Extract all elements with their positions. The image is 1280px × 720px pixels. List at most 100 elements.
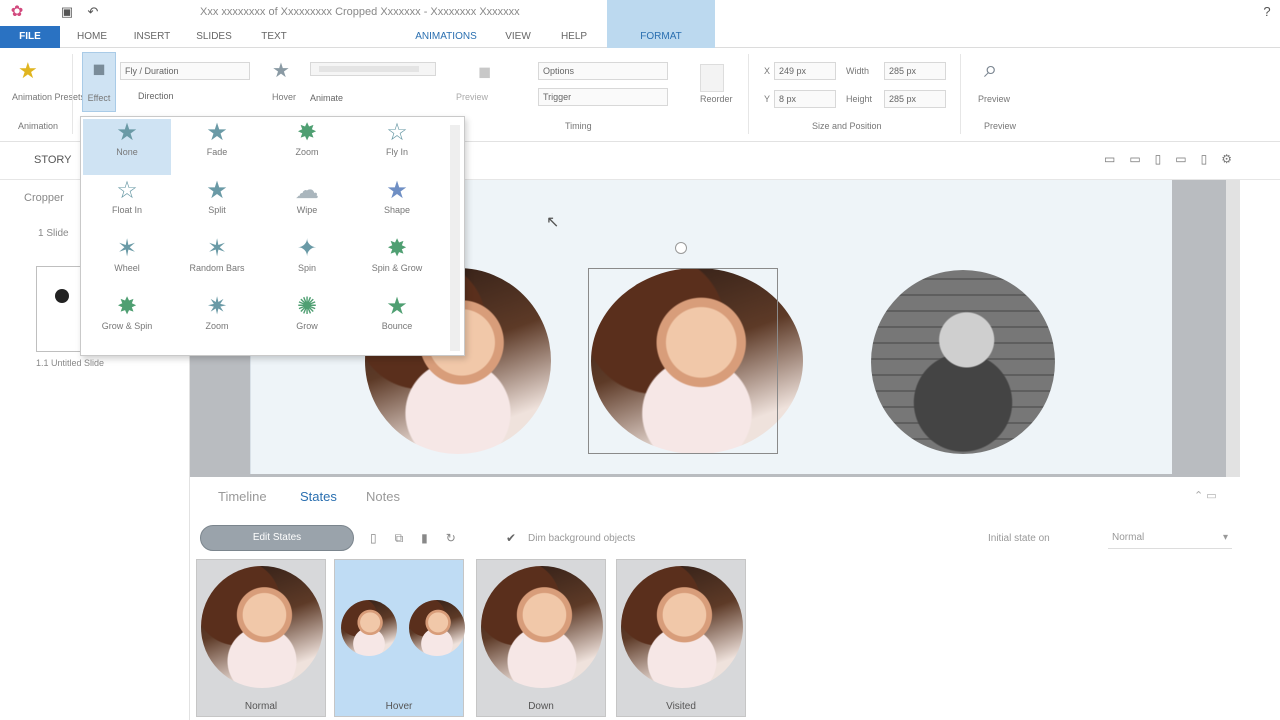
options-box[interactable]: Options: [538, 62, 668, 80]
gallery-item[interactable]: ✦ Spin: [263, 235, 351, 291]
undo-icon[interactable]: ↶: [84, 3, 102, 21]
group-timing-label: Timing: [565, 121, 592, 131]
gallery-star-icon: ✸: [116, 293, 138, 320]
vertical-scrollbar[interactable]: [1226, 180, 1240, 477]
scene-label[interactable]: 1 Slide: [38, 228, 69, 239]
tab-view[interactable]: VIEW: [496, 26, 540, 48]
edit-states-button[interactable]: Edit States: [200, 525, 354, 551]
hover-button[interactable]: Hover: [272, 92, 296, 102]
tab-animations[interactable]: ANIMATIONS: [410, 26, 482, 48]
width-input[interactable]: 285 px: [884, 62, 946, 80]
app-logo-icon[interactable]: ✿: [8, 3, 26, 21]
gallery-item[interactable]: ✸ Spin & Grow: [353, 235, 441, 291]
separator: [72, 54, 73, 134]
tab-text[interactable]: TEXT: [250, 26, 298, 48]
slide-thumbnail[interactable]: [36, 266, 84, 352]
animate-box[interactable]: Animate: [306, 90, 406, 108]
animation-gallery[interactable]: ★ None ★ Fade ✸ Zoom ☆ Fly In ☆ Float In ★ Spl…: [80, 116, 465, 356]
view-toggle-icons[interactable]: ▭▭▯▭▯⚙: [1104, 152, 1246, 166]
tab-states[interactable]: States: [300, 489, 337, 504]
tab-slides[interactable]: SLIDES: [188, 26, 240, 48]
gallery-star-icon: ★: [386, 293, 408, 320]
tab-help[interactable]: HELP: [552, 26, 596, 48]
gallery-item[interactable]: ★ Split: [173, 177, 261, 233]
gallery-item[interactable]: ★ Shape: [353, 177, 441, 233]
gallery-item[interactable]: ✸ Grow & Spin: [83, 293, 171, 349]
gallery-star-icon: ☆: [116, 177, 138, 204]
preview-label: Preview: [456, 92, 489, 102]
preview-button[interactable]: Preview: [978, 94, 1010, 104]
gallery-star-icon: ✷: [206, 293, 228, 320]
height-input[interactable]: 285 px: [884, 90, 946, 108]
photo-circle-3[interactable]: [871, 270, 1055, 454]
state-label: Visited: [666, 701, 696, 712]
effect-options-box[interactable]: Fly / Duration: [120, 62, 250, 80]
state-card-visited[interactable]: Visited: [616, 559, 746, 717]
state-thumbnail: [201, 566, 323, 688]
gallery-star-icon: ✶: [206, 235, 228, 262]
help-icon[interactable]: ?: [1258, 3, 1276, 21]
gallery-item[interactable]: ✶ Wheel: [83, 235, 171, 291]
state-card-normal[interactable]: Normal: [196, 559, 326, 717]
x-label: X: [764, 66, 771, 76]
state-label: Hover: [385, 701, 413, 712]
initial-state-select[interactable]: Normal ▾: [1108, 527, 1232, 549]
gallery-item[interactable]: ✶ Random Bars: [173, 235, 261, 291]
trigger-box[interactable]: Trigger: [538, 88, 668, 106]
gallery-item[interactable]: ★ Fade: [173, 119, 261, 175]
gallery-item[interactable]: ☆ Float In: [83, 177, 171, 233]
tab-timeline[interactable]: Timeline: [218, 489, 267, 504]
gallery-star-icon: ✺: [296, 293, 318, 320]
tab-insert[interactable]: INSERT: [126, 26, 178, 48]
gallery-item[interactable]: ☆ Fly In: [353, 119, 441, 175]
hover-star-icon: ★: [272, 60, 290, 82]
state-card-hover[interactable]: Hover: [334, 559, 465, 717]
separator: [748, 54, 749, 134]
gallery-item[interactable]: ★ None: [83, 119, 171, 175]
dim-background-label[interactable]: Dim background objects: [528, 533, 635, 544]
gallery-item[interactable]: ✷ Zoom: [173, 293, 261, 349]
y-label: Y: [764, 94, 771, 104]
group-preview-label: Preview: [984, 121, 1017, 131]
gallery-item[interactable]: ✸ Zoom: [263, 119, 351, 175]
y-input[interactable]: 8 px: [774, 90, 836, 108]
reorder-button[interactable]: Reorder: [700, 94, 733, 104]
rotate-handle-icon[interactable]: [675, 242, 687, 254]
tab-file[interactable]: FILE: [0, 26, 60, 48]
gallery-star-icon: ✦: [296, 235, 318, 262]
checkbox-icon[interactable]: ✔: [506, 531, 516, 545]
x-input[interactable]: 249 px: [774, 62, 836, 80]
tab-notes[interactable]: Notes: [366, 489, 400, 504]
gallery-item[interactable]: ☁ Wipe: [263, 177, 351, 233]
gallery-item[interactable]: ✺ Grow: [263, 293, 351, 349]
window-title: Xxx xxxxxxxx of Xxxxxxxxx Cropped Xxxxxx…: [200, 6, 520, 18]
gallery-star-icon: ✸: [386, 235, 408, 262]
effect-icon: ◼: [92, 61, 106, 78]
effect-direction-box[interactable]: Direction: [134, 88, 230, 106]
state-thumbnail: [621, 566, 743, 688]
state-label: Normal: [244, 701, 278, 712]
gallery-star-icon: ☆: [386, 119, 408, 146]
selection-frame[interactable]: [588, 268, 778, 454]
right-strip: [1240, 180, 1280, 477]
panel-controls-icon[interactable]: ⌃ ▭: [1194, 489, 1217, 502]
animation-presets-button[interactable]: Animation Presets: [12, 92, 85, 102]
gallery-star-icon: ★: [116, 119, 138, 146]
gallery-scrollbar[interactable]: [450, 125, 460, 351]
tab-home[interactable]: HOME: [68, 26, 116, 48]
story-tab[interactable]: STORY: [34, 154, 72, 166]
effect-button[interactable]: ◼ Effect: [82, 52, 116, 112]
preview-icon: ◼: [478, 64, 492, 81]
gallery-star-icon: ★: [386, 177, 408, 204]
gallery-star-icon: ☁: [295, 177, 319, 204]
initial-state-value: Normal: [1112, 532, 1145, 543]
save-icon[interactable]: ▣: [58, 3, 76, 21]
gallery-item[interactable]: ★ Bounce: [353, 293, 441, 349]
duration-slider[interactable]: [310, 62, 436, 76]
cursor-icon: ↖: [546, 214, 560, 231]
state-card-down[interactable]: Down: [476, 559, 606, 717]
states-toolbar-icons[interactable]: ▯⧉▮↻: [370, 531, 474, 546]
state-label: Down: [528, 701, 554, 712]
tab-format[interactable]: FORMAT: [607, 26, 715, 48]
effect-label: Effect: [87, 93, 111, 103]
